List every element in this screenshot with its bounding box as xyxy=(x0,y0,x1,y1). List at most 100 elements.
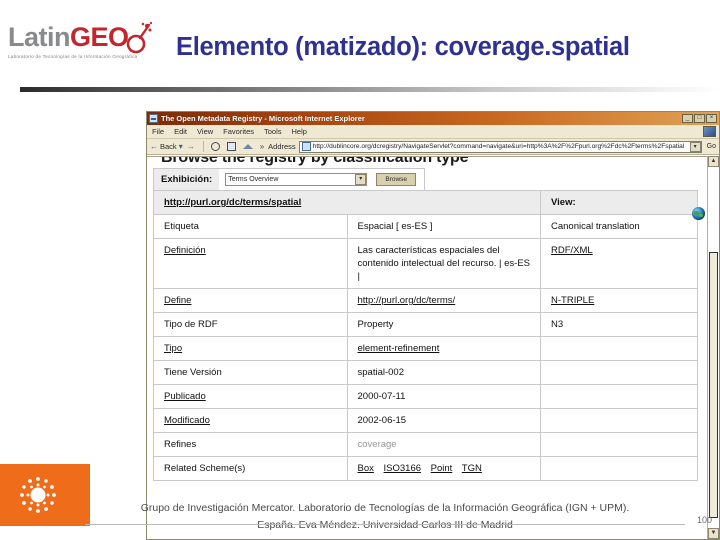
back-label: Back xyxy=(160,142,177,151)
menu-item-help[interactable]: Help xyxy=(287,127,312,136)
window-controls: _ □ × xyxy=(682,114,717,123)
row-key: Tipo xyxy=(153,336,348,361)
row-key: Modificado xyxy=(153,408,348,433)
page-title: Elemento (matizado): coverage.spatial xyxy=(176,33,630,61)
related-scheme-link[interactable]: Box xyxy=(358,463,374,474)
browser-title: The Open Metadata Registry - Microsoft I… xyxy=(161,114,365,123)
address-dropdown-icon[interactable]: ▾ xyxy=(689,141,701,152)
row-key-link[interactable]: Publicado xyxy=(164,391,206,402)
row-value: 2000-07-11 xyxy=(346,384,541,409)
row-value-muted: coverage xyxy=(357,439,397,450)
table-row: Define http://purl.org/dc/terms/ N-TRIPL… xyxy=(153,288,698,313)
row-value-link[interactable]: http://purl.org/dc/terms/ xyxy=(358,295,456,306)
row-key: Define xyxy=(153,288,348,313)
row-key: Related Scheme(s) xyxy=(153,456,348,481)
footer-text: Grupo de Investigación Mercator. Laborat… xyxy=(90,500,680,534)
related-scheme-link[interactable]: ISO3166 xyxy=(384,463,422,474)
row-value: Box ISO3166 Point TGN xyxy=(346,456,541,481)
related-scheme-link[interactable]: Point xyxy=(431,463,453,474)
maximize-button[interactable]: □ xyxy=(694,114,705,123)
exhibition-select[interactable]: Terms Overview ▾ xyxy=(225,173,368,186)
menu-item-tools[interactable]: Tools xyxy=(259,127,287,136)
chevron-down-icon[interactable]: ▾ xyxy=(355,174,367,185)
view-spacer xyxy=(540,408,698,433)
forward-button[interactable]: → xyxy=(184,140,198,154)
toolbar-overflow-icon[interactable]: » xyxy=(260,142,264,151)
registry-table: http://purl.org/dc/terms/spatial View: E… xyxy=(153,190,698,481)
row-value: spatial-002 xyxy=(346,360,541,385)
page-icon xyxy=(301,142,311,151)
related-scheme-link[interactable]: TGN xyxy=(462,463,482,474)
row-value-link[interactable]: element-refinement xyxy=(358,343,440,354)
page-number: 100 xyxy=(696,515,712,525)
ie-brand-logo xyxy=(703,126,716,137)
browser-toolbar: ← Back ▾ → » Address http://dublincore.o… xyxy=(147,139,719,155)
stop-button[interactable] xyxy=(209,140,223,154)
footer-logo xyxy=(0,464,90,526)
view-header-cell: View: xyxy=(540,190,698,215)
table-header-row: http://purl.org/dc/terms/spatial View: xyxy=(153,190,698,215)
close-button[interactable]: × xyxy=(706,114,717,123)
row-key-link[interactable]: Define xyxy=(164,295,191,306)
slide-header: LatinGEO Laboratorio de Tecnologías de l… xyxy=(0,0,720,92)
term-uri-link[interactable]: http://purl.org/dc/terms/spatial xyxy=(164,197,301,208)
minimize-button[interactable]: _ xyxy=(682,114,693,123)
browser-titlebar: The Open Metadata Registry - Microsoft I… xyxy=(147,112,719,125)
scrollbar-thumb[interactable] xyxy=(709,252,718,518)
view-spacer xyxy=(540,432,698,457)
table-row: Definición Las características espaciale… xyxy=(153,238,698,289)
table-row: Tiene Versión spatial-002 xyxy=(153,360,698,385)
menu-item-view[interactable]: View xyxy=(192,127,218,136)
back-button[interactable]: ← Back ▾ xyxy=(150,142,183,151)
table-row: Publicado 2000-07-11 xyxy=(153,384,698,409)
logo-text-latin: Latin xyxy=(8,22,71,52)
scroll-down-button[interactable]: ▼ xyxy=(708,528,719,539)
view-spacer xyxy=(540,336,698,361)
table-row: Tipo de RDF Property N3 xyxy=(153,312,698,337)
table-row: Etiqueta Espacial [ es-ES ] Canonical tr… xyxy=(153,214,698,239)
row-value: Property xyxy=(346,312,541,337)
menu-item-favorites[interactable]: Favorites xyxy=(218,127,259,136)
address-label: Address xyxy=(268,142,296,151)
header-divider xyxy=(20,87,720,92)
footer-line-1: Grupo de Investigación Mercator. Laborat… xyxy=(140,502,630,514)
home-button[interactable] xyxy=(241,140,255,154)
view-spacer xyxy=(540,456,698,481)
back-arrow-icon: ← xyxy=(150,142,158,151)
row-key: Publicado xyxy=(153,384,348,409)
globe-icon xyxy=(692,207,705,220)
vertical-scrollbar[interactable]: ▲ ▼ xyxy=(707,156,719,539)
scroll-up-button[interactable]: ▲ xyxy=(708,156,719,167)
latingeo-logo: LatinGEO Laboratorio de Tecnologías de l… xyxy=(8,21,168,70)
term-uri-cell: http://purl.org/dc/terms/spatial xyxy=(153,190,541,215)
exhibition-toolbar: Exhibición: Terms Overview ▾ Browse xyxy=(153,168,425,190)
footer-accent-bar xyxy=(0,503,4,523)
view-option[interactable]: Canonical translation xyxy=(540,214,698,239)
menu-item-file[interactable]: File xyxy=(147,127,169,136)
view-spacer xyxy=(540,384,698,409)
address-bar[interactable]: http://dublincore.org/dcregistry/Navigat… xyxy=(298,140,702,153)
row-value: element-refinement xyxy=(346,336,541,361)
view-option[interactable]: N3 xyxy=(540,312,698,337)
exhibition-label: Exhibición: xyxy=(154,169,220,190)
footer-line-2: España. Eva Méndez. Universidad Carlos I… xyxy=(257,519,513,531)
menu-item-edit[interactable]: Edit xyxy=(169,127,192,136)
row-key-link[interactable]: Definición xyxy=(164,245,206,256)
row-key: Definición xyxy=(153,238,348,289)
row-key-link[interactable]: Tipo xyxy=(164,343,182,354)
view-option-link[interactable]: RDF/XML xyxy=(551,245,593,256)
row-value: coverage xyxy=(346,432,541,457)
logo-swirl-icon xyxy=(126,21,153,54)
browser-window: The Open Metadata Registry - Microsoft I… xyxy=(146,111,720,540)
view-option[interactable]: RDF/XML xyxy=(540,238,698,289)
toolbar-separator xyxy=(202,141,204,152)
refresh-button[interactable] xyxy=(225,140,239,154)
view-option[interactable]: N-TRIPLE xyxy=(540,288,698,313)
go-button[interactable]: Go xyxy=(707,143,716,150)
table-row: Related Scheme(s) Box ISO3166 Point TGN xyxy=(153,456,698,481)
view-option-link[interactable]: N-TRIPLE xyxy=(551,295,594,306)
row-key: Tiene Versión xyxy=(153,360,348,385)
row-key-link[interactable]: Modificado xyxy=(164,415,210,426)
row-key: Tipo de RDF xyxy=(153,312,348,337)
browse-button[interactable]: Browse xyxy=(376,173,417,186)
